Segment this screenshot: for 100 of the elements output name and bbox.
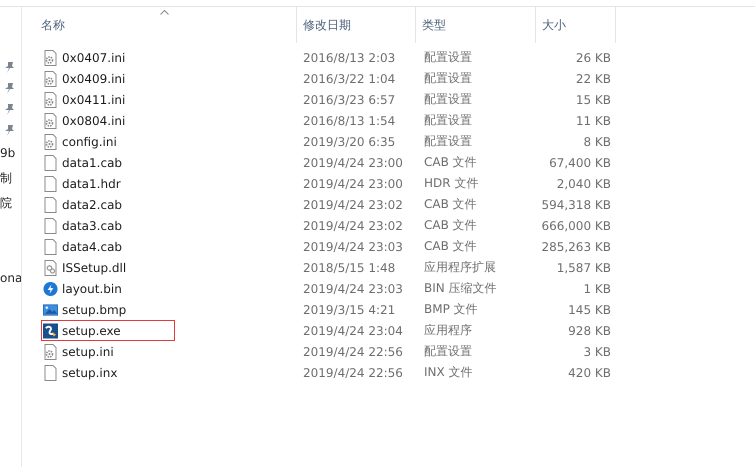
type-cell-text: 配置设置 [423,133,473,150]
settings-file-icon [43,112,58,128]
type-cell-text: 应用程序扩展 [423,259,497,276]
date-cell-text: 2019/4/24 23:04 [302,324,404,338]
settings-file-icon [43,92,58,108]
size-cell-text: 67,400 KB [548,156,612,170]
size-cell-text: 285,263 KB [540,240,612,254]
date-cell-text: 2019/4/24 23:00 [302,156,404,170]
date-cell-text: 2019/4/24 23:03 [302,282,404,296]
file-name-cell[interactable]: 0x0411.ini [41,89,175,110]
pin-icon[interactable] [4,103,15,116]
date-cell-text: 2019/4/24 23:00 [302,176,404,190]
file-name-cell[interactable]: 0x0407.ini [41,47,175,68]
size-cell-text: 15 KB [574,92,612,106]
pin-icon[interactable] [4,61,15,74]
date-cell-text: 2019/4/24 23:02 [302,198,404,212]
file-name: 0x0407.ini [62,50,126,64]
file-name-cell[interactable]: config.ini [41,131,175,152]
date-cell-text: 2019/4/24 23:03 [302,240,404,254]
settings-file-icon [43,70,58,86]
file-name: config.ini [62,134,117,148]
installer-icon [43,322,58,338]
settings-file-icon [43,50,58,66]
type-cell-text: BMP 文件 [423,301,479,318]
file-icon [43,154,58,170]
date-cell-text: 2019/3/20 6:35 [302,134,396,148]
size-cell-text: 8 KB [582,134,612,148]
file-name: 0x0409.ini [62,72,126,86]
file-name: setup.ini [62,344,114,358]
highlight-frame[interactable]: setup.exe [41,320,175,341]
type-cell-text: INX 文件 [423,364,474,381]
type-cell-text: HDR 文件 [423,175,480,192]
library-file-icon [43,260,58,276]
file-name-cell[interactable]: layout.bin [41,278,175,299]
settings-file-icon [43,344,58,360]
file-icon [43,364,58,380]
file-name-cell[interactable]: data2.cab [41,194,175,215]
file-name: ISSetup.dll [62,260,126,274]
date-cell-text: 2019/3/15 4:21 [302,302,396,316]
type-cell-text: CAB 文件 [423,154,478,171]
size-cell-text: 594,318 KB [540,198,612,212]
type-cell-text: 配置设置 [423,112,473,129]
file-name-cell[interactable]: setup.bmp [41,299,175,320]
size-cell-text: 420 KB [567,366,612,380]
file-name-cell[interactable]: setup.inx [41,362,175,383]
date-cell-text: 2019/4/24 22:56 [302,344,404,358]
date-cell-text: 2016/8/13 2:03 [302,50,396,64]
type-cell-text: CAB 文件 [423,238,478,255]
column-header[interactable]: 名称 [22,7,296,43]
file-name: setup.exe [62,324,121,338]
size-cell-text: 928 KB [567,324,612,338]
file-icon [43,196,58,212]
column-header[interactable]: 大小 [536,7,616,43]
date-cell-text: 2019/4/24 23:02 [302,218,404,232]
date-cell-text: 2016/3/22 1:04 [302,72,396,86]
sidebar-item[interactable]: 9b [0,141,21,166]
column-header[interactable]: 类型 [416,7,536,43]
lightning-circle-icon [43,280,58,296]
size-cell-text: 1,587 KB [556,260,612,274]
file-name: 0x0804.ini [62,114,126,128]
size-cell-text: 26 KB [574,50,612,64]
pin-icon[interactable] [4,124,15,137]
file-icon [43,218,58,234]
type-cell-text: CAB 文件 [423,196,478,213]
file-name-cell[interactable]: data3.cab [41,215,175,236]
date-cell-text: 2016/8/13 1:54 [302,114,396,128]
file-name-cell[interactable]: data1.cab [41,152,175,173]
file-name: layout.bin [62,282,122,296]
type-cell-text: 应用程序 [423,322,473,339]
type-cell-text: 配置设置 [423,70,473,87]
file-name: setup.bmp [62,302,126,316]
file-name-cell[interactable]: 0x0804.ini [41,110,175,131]
pin-icon[interactable] [4,82,15,95]
file-name: 0x0411.ini [62,92,126,106]
file-name: data4.cab [62,240,122,254]
size-cell-text: 1 KB [582,282,612,296]
column-header[interactable]: 修改日期 [296,7,416,43]
file-name: setup.inx [62,366,118,380]
sidebar-item[interactable]: 制 [0,166,21,191]
size-cell-text: 22 KB [574,72,612,86]
file-name: data1.hdr [62,176,121,190]
sidebar-item[interactable]: ona [0,266,21,291]
file-icon [43,238,58,254]
file-name-cell[interactable]: setup.ini [41,341,175,362]
file-name-cell[interactable]: data4.cab [41,236,175,257]
file-name-cell[interactable]: ISSetup.dll [41,257,175,278]
date-cell-text: 2019/4/24 22:56 [302,366,404,380]
sidebar-item[interactable]: 院 [0,191,21,216]
file-name-cell[interactable]: data1.hdr [41,173,175,194]
date-cell-text: 2016/3/23 6:57 [302,92,396,106]
file-icon [43,176,58,192]
date-cell-text: 2018/5/15 1:48 [302,260,396,274]
size-cell-text: 145 KB [567,302,612,316]
file-name: data1.cab [62,156,122,170]
image-file-icon [43,302,58,318]
size-cell-text: 11 KB [574,114,612,128]
file-name-cell[interactable]: 0x0409.ini [41,68,175,89]
file-name: data2.cab [62,198,122,212]
size-cell-text: 3 KB [582,344,612,358]
size-cell-text: 2,040 KB [556,176,612,190]
